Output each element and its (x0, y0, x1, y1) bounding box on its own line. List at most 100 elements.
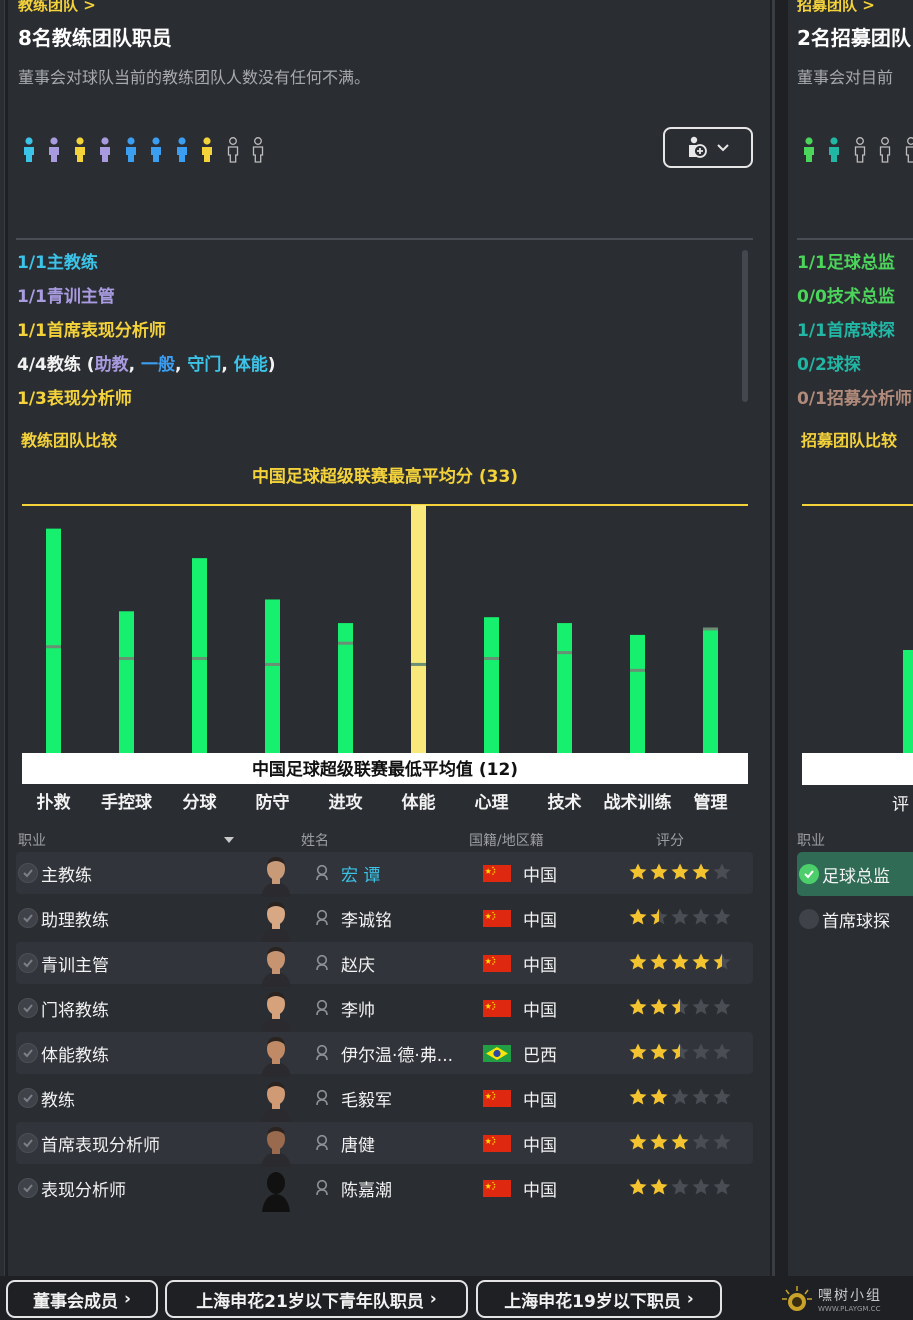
chart-category-label-8: 战术训练 (604, 792, 672, 813)
check-icon[interactable] (18, 1178, 38, 1198)
check-icon[interactable] (18, 1133, 38, 1153)
staff-role: 足球总监 (822, 867, 890, 887)
star-icon (712, 997, 732, 1021)
staff-name[interactable]: 李诚铭 (341, 906, 392, 931)
coach-type-0[interactable]: 助教 (95, 355, 129, 375)
star-icon (670, 997, 690, 1021)
chart-avg-tick-0 (46, 645, 61, 649)
person-icon (316, 1134, 328, 1151)
role-summary-4[interactable]: 1/3表现分析师 (17, 384, 132, 409)
column-header-nationality[interactable]: 国籍/地区籍 (469, 830, 544, 850)
staff-nationality[interactable]: 中国 (523, 861, 557, 886)
empty-slot-icon (847, 136, 873, 164)
staff-photo[interactable] (256, 988, 296, 1032)
table-row[interactable]: 教练 毛毅军 中国 (16, 1077, 753, 1122)
staff-name[interactable]: 陈嘉潮 (341, 1176, 392, 1201)
star-icon (628, 1177, 648, 1201)
star-icon (649, 907, 669, 931)
chart-category-label-2: 分球 (183, 793, 218, 813)
star-icon (691, 1177, 711, 1201)
column-header-role[interactable]: 职业 (18, 830, 46, 850)
sort-down-icon[interactable] (223, 836, 235, 844)
coach-type-2[interactable]: 守门 (187, 355, 221, 375)
chart-avg-tick-4 (338, 641, 353, 645)
check-icon[interactable] (799, 909, 819, 929)
chart-min-label: 中国足球超级联赛最低平均值 (12) (252, 759, 518, 780)
u19-staff-button[interactable]: 上海申花19岁以下职员 › (476, 1280, 722, 1318)
check-icon[interactable] (799, 864, 819, 884)
staff-nationality[interactable]: 中国 (523, 1131, 557, 1156)
staff-name[interactable]: 宏 谭 (341, 861, 380, 886)
check-icon[interactable] (18, 1088, 38, 1108)
role-summary-1[interactable]: 0/0技术总监 (797, 282, 895, 307)
role-summary-0[interactable]: 1/1主教练 (17, 248, 98, 273)
staff-nationality[interactable]: 中国 (523, 951, 557, 976)
role-summary-3[interactable]: 0/2球探 (797, 350, 861, 375)
u21-staff-button[interactable]: 上海申花21岁以下青年队职员 › (165, 1280, 468, 1318)
check-icon[interactable] (18, 998, 38, 1018)
check-icon[interactable] (18, 908, 38, 928)
staff-photo[interactable] (256, 898, 296, 942)
breadcrumb-recruitment[interactable]: 招募团队 > (797, 0, 875, 15)
staff-nationality[interactable]: 中国 (523, 1086, 557, 1111)
role-summary-4[interactable]: 0/1招募分析师 (797, 384, 912, 409)
staff-nationality[interactable]: 巴西 (523, 1041, 557, 1066)
coach-type-3[interactable]: 体能 (234, 355, 268, 375)
scrollbar[interactable] (742, 250, 748, 402)
staff-photo[interactable] (256, 853, 296, 897)
staff-nationality[interactable]: 中国 (523, 906, 557, 931)
board-members-button[interactable]: 董事会成员 › (6, 1280, 158, 1318)
role-summary-2[interactable]: 1/1首席球探 (797, 316, 895, 341)
staff-name[interactable]: 李帅 (341, 996, 375, 1021)
table-row[interactable]: 青训主管 赵庆 中国 (16, 942, 753, 987)
coaches-count: 4/4教练 ( (17, 355, 95, 375)
star-icon (628, 997, 648, 1021)
staff-photo[interactable] (256, 1033, 296, 1077)
table-row[interactable]: 足球总监 (797, 852, 913, 896)
staff-person-icon (796, 136, 822, 164)
star-rating (628, 952, 732, 976)
staff-photo[interactable] (256, 1123, 296, 1167)
staff-name[interactable]: 唐健 (341, 1131, 375, 1156)
add-staff-button[interactable] (663, 127, 753, 168)
star-icon (628, 907, 648, 931)
staff-person-icon (42, 136, 68, 164)
table-row[interactable]: 首席表现分析师 唐健 中国 (16, 1122, 753, 1167)
role-summary-1[interactable]: 1/1青训主管 (17, 282, 115, 307)
chevron-right-icon: › (686, 1289, 694, 1309)
coaches-summary[interactable]: 4/4教练 (助教, 一般, 守门, 体能) (17, 350, 276, 375)
coach-type-1[interactable]: 一般 (141, 355, 175, 375)
table-row[interactable]: 门将教练 李帅 中国 (16, 987, 753, 1032)
check-icon[interactable] (18, 863, 38, 883)
star-icon (628, 1087, 648, 1111)
staff-name[interactable]: 伊尔温·德·弗... (341, 1041, 453, 1066)
chart-bar-0 (46, 528, 61, 753)
person-icon (316, 1044, 328, 1061)
staff-photo[interactable] (256, 943, 296, 987)
table-row[interactable]: 表现分析师 陈嘉潮 中国 (16, 1167, 753, 1212)
table-row[interactable]: 主教练 宏 谭 中国 (16, 852, 753, 897)
column-header-name[interactable]: 姓名 (301, 830, 329, 850)
star-icon (712, 1042, 732, 1066)
table-row[interactable]: 体能教练 伊尔温·德·弗... 巴西 (16, 1032, 753, 1077)
breadcrumb[interactable]: 教练团队 > (18, 0, 96, 15)
check-icon[interactable] (18, 1043, 38, 1063)
star-rating (628, 1087, 732, 1111)
column-header-rating[interactable]: 评分 (656, 830, 684, 850)
watermark-text: 嘿树小组 (818, 1288, 882, 1304)
role-summary-2[interactable]: 1/1首席表现分析师 (17, 316, 166, 341)
staff-name[interactable]: 毛毅军 (341, 1086, 392, 1111)
role-summary-0[interactable]: 1/1足球总监 (797, 248, 895, 273)
staff-nationality[interactable]: 中国 (523, 1176, 557, 1201)
chart-bar-8 (630, 634, 645, 753)
staff-photo[interactable] (256, 1168, 296, 1212)
staff-photo[interactable] (256, 1078, 296, 1122)
staff-nationality[interactable]: 中国 (523, 996, 557, 1021)
staff-name[interactable]: 赵庆 (341, 951, 375, 976)
table-row[interactable]: 助理教练 李诚铭 中国 (16, 897, 753, 942)
check-icon[interactable] (18, 953, 38, 973)
chart-bar-1 (119, 611, 134, 753)
column-header-role[interactable]: 职业 (797, 830, 825, 850)
star-icon (628, 862, 648, 886)
table-row[interactable]: 首席球探 (797, 897, 913, 941)
